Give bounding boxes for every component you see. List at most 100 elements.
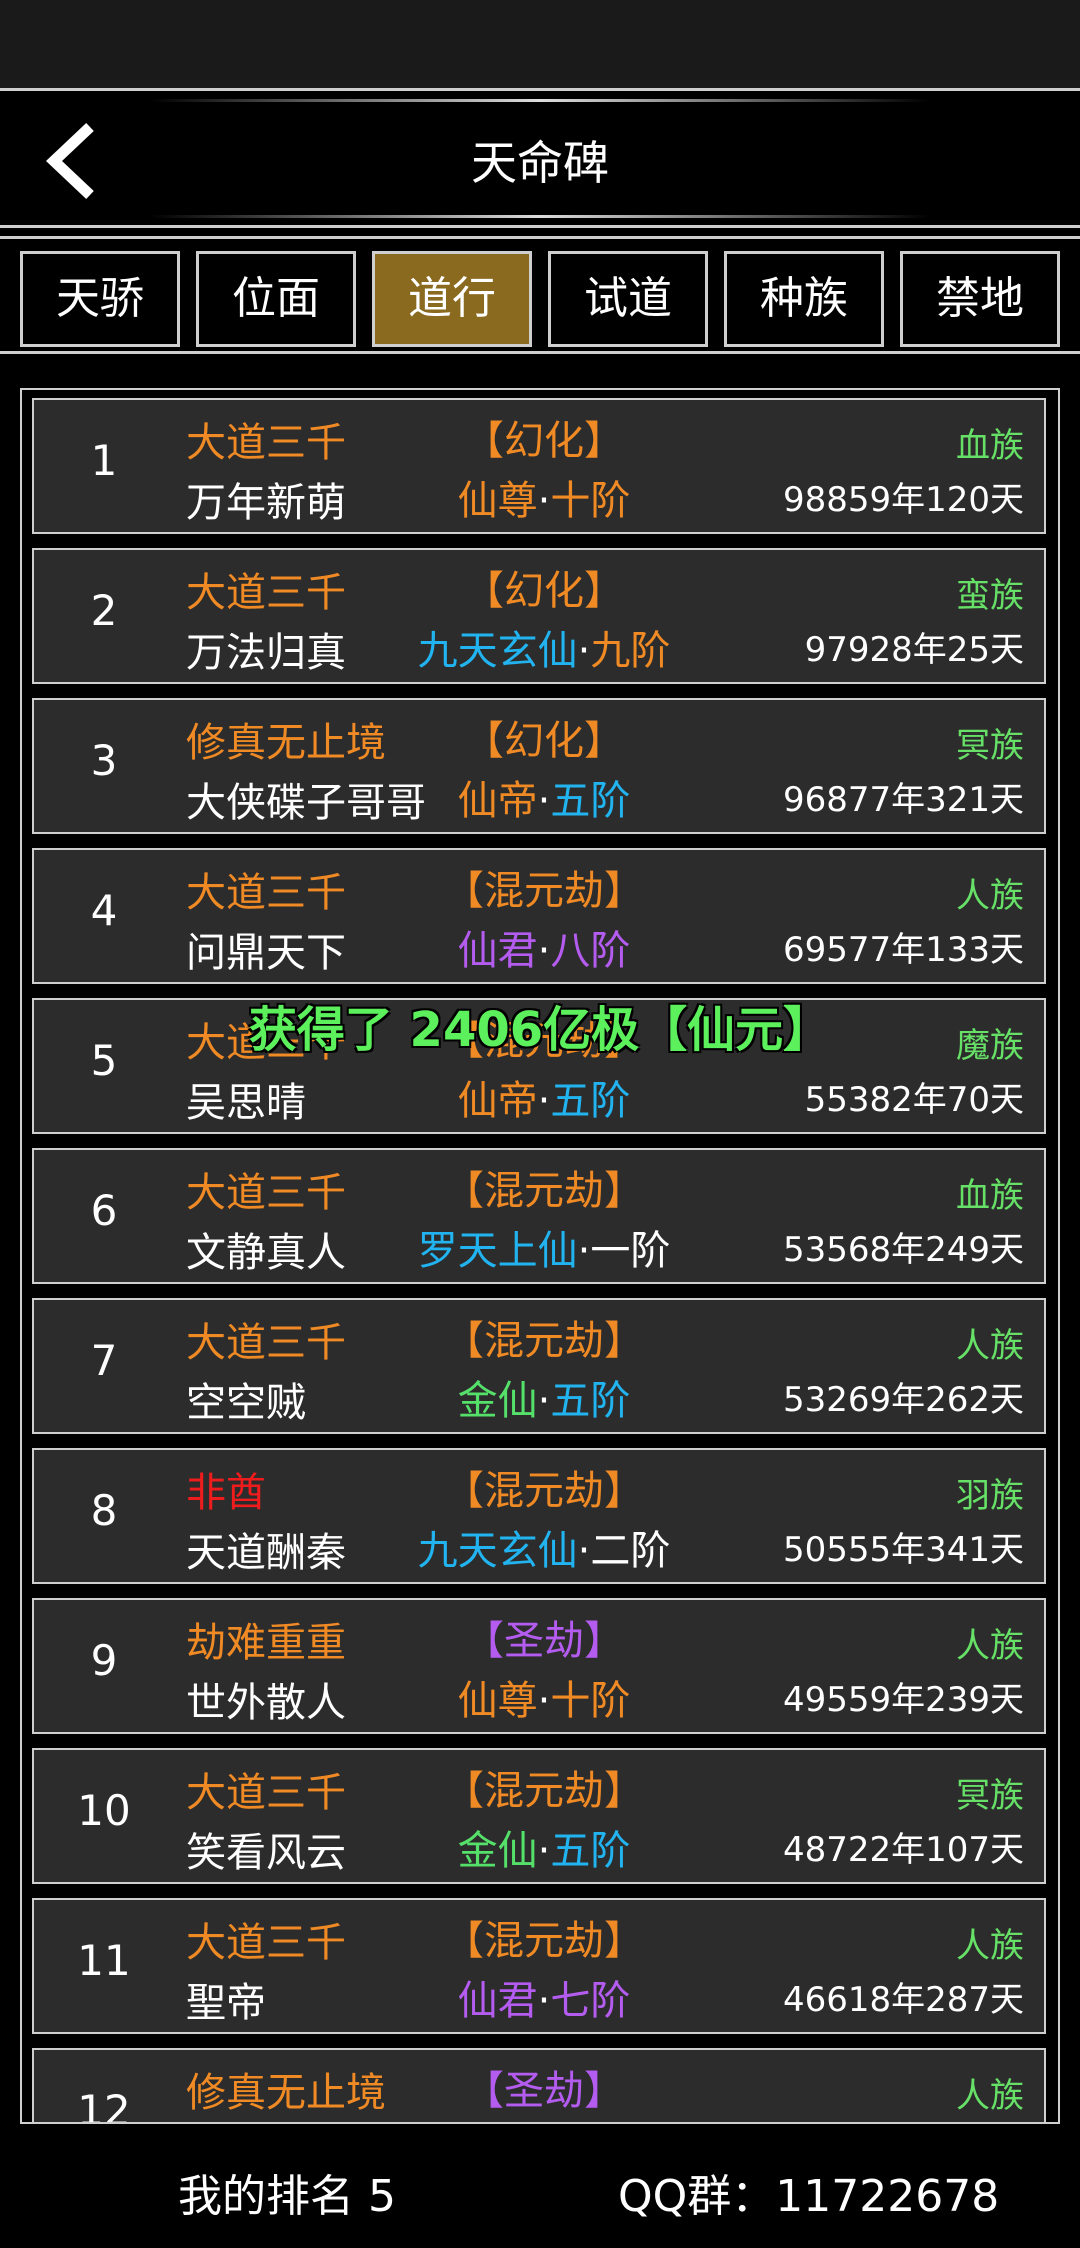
tab-bar: 天骄 位面 道行 试道 种族 禁地	[0, 236, 1080, 354]
realm-stage: 七阶	[550, 1978, 631, 2024]
sect-name: 大道三千	[186, 870, 346, 916]
realm-name: 罗天上仙	[417, 1228, 578, 1274]
tab-weimian[interactable]: 位面	[196, 251, 356, 347]
realm-separator: ·	[577, 1528, 591, 1574]
player-name: 天道酬秦	[186, 1530, 346, 1576]
cultivation-realm: 仙君·七阶	[334, 1968, 754, 2026]
race-label: 人族	[956, 1626, 1024, 1666]
realm-stage: 九阶	[590, 628, 671, 674]
realm-separator: ·	[577, 1228, 591, 1274]
realm-stage: 五阶	[550, 1378, 631, 1424]
realm-name: 仙君	[457, 1978, 538, 2024]
rank-number: 9	[90, 1636, 118, 1685]
realm-separator: ·	[577, 628, 591, 674]
tab-shidao[interactable]: 试道	[548, 251, 708, 347]
table-row[interactable]: 3 修真无止境 大侠碟子哥哥 【幻化】 仙帝·五阶 冥族 96877年321天	[32, 698, 1046, 834]
table-row[interactable]: 7 大道三千 空空贼 【混元劫】 金仙·五阶 人族 53269年262天	[32, 1298, 1046, 1434]
table-row[interactable]: 6 大道三千文静真人 【混元劫】罗天上仙·一阶 血族 53568年249天	[32, 1148, 1046, 1284]
table-row[interactable]: 2 大道三千万法归真 【幻化】九天玄仙·九阶 蛮族 97928年25天	[32, 548, 1046, 684]
cultivation-age: 49559年239天	[782, 1680, 1024, 1720]
tribulation-label: 【幻化】	[464, 568, 624, 614]
cultivation-realm: 仙君·八阶	[334, 918, 754, 976]
rank-number: 2	[90, 586, 118, 635]
cultivation-age: 96877年321天	[782, 780, 1024, 820]
my-rank: 我的排名 5	[178, 2171, 396, 2222]
table-row[interactable]: 8 非酋 天道酬秦 【混元劫】 九天玄仙·二阶 羽族 50555年341天	[32, 1448, 1046, 1584]
sect-name: 修真无止境	[186, 720, 386, 766]
tab-jindi[interactable]: 禁地	[900, 251, 1060, 347]
ranking-list[interactable]: 1 大道三千 万年新萌 【幻化】 仙尊·十阶 血族 98859年120天 2 大道三千 万法归真【…	[20, 388, 1060, 2124]
realm-name: 金仙	[457, 1828, 538, 1874]
rank-number: 10	[77, 1786, 131, 1835]
cultivation-age: 55382年70天	[804, 1080, 1024, 1120]
tribulation-label: 【幻化】	[464, 718, 624, 764]
sect-name: 大道三千	[186, 1170, 346, 1216]
race-label: 人族	[956, 1326, 1024, 1366]
player-name: 万法归真	[186, 630, 346, 676]
realm-stage: 五阶	[550, 778, 631, 824]
table-row[interactable]: 9 劫难重重 世外散人 【圣劫】 仙尊·十阶 人族 49559年239天	[32, 1598, 1046, 1734]
realm-separator: ·	[537, 1828, 551, 1874]
sect-name: 大道三千	[186, 1920, 346, 1966]
footer-bar: 我的排名 5 QQ群：11722678	[0, 2128, 1080, 2248]
tab-zhongzu[interactable]: 种族	[724, 251, 884, 347]
realm-separator: ·	[537, 928, 551, 974]
player-name: 吴思晴	[186, 1080, 306, 1126]
sect-name: 劫难重重	[186, 1620, 346, 1666]
player-name: 万年新萌	[186, 480, 346, 526]
table-row[interactable]: 10 大道三千 笑看风云 【混元劫】 金仙·五阶 冥族 48722年107天	[32, 1748, 1046, 1884]
player-name: 问鼎天下	[186, 930, 346, 976]
realm-stage: 一阶	[590, 1228, 671, 1274]
sect-name: 非酋	[186, 1470, 266, 1516]
realm-name: 金仙	[457, 1378, 538, 1424]
header-bottom-ornament	[150, 215, 930, 218]
race-label: 蛮族	[956, 576, 1024, 616]
race-label: 人族	[956, 2076, 1024, 2116]
cultivation-age: 53568年249天	[782, 1230, 1024, 1270]
race-label: 血族	[956, 1176, 1024, 1216]
player-name: 笑看风云	[186, 1830, 346, 1876]
sect-name: 大道三千	[186, 570, 346, 616]
tribulation-label: 【混元劫】	[444, 1468, 644, 1514]
table-row[interactable]: 12 修真无止境 【圣劫】 人族	[32, 2048, 1046, 2122]
tribulation-label: 【混元劫】	[444, 1318, 644, 1364]
realm-separator: ·	[537, 1078, 551, 1124]
table-row[interactable]: 1 大道三千 万年新萌 【幻化】 仙尊·十阶 血族 98859年120天	[32, 398, 1046, 534]
rank-number: 6	[90, 1186, 118, 1235]
cultivation-age: 53269年262天	[782, 1380, 1024, 1420]
tribulation-label: 【圣劫】	[464, 1618, 624, 1664]
realm-separator: ·	[537, 1378, 551, 1424]
tribulation-label: 【混元劫】	[444, 1168, 644, 1214]
race-label: 人族	[956, 876, 1024, 916]
page-title: 天命碑	[471, 136, 609, 190]
race-label: 冥族	[956, 1776, 1024, 1816]
header-top-ornament	[150, 99, 930, 102]
cultivation-age: 48722年107天	[782, 1830, 1024, 1870]
player-name: 文静真人	[186, 1230, 346, 1276]
cultivation-age: 97928年25天	[804, 630, 1024, 670]
qq-group: QQ群：11722678	[618, 2171, 1000, 2222]
table-row[interactable]: 4 大道三千 问鼎天下 【混元劫】 仙君·八阶 人族 69577年133天	[32, 848, 1046, 984]
tab-daoxing[interactable]: 道行	[372, 251, 532, 347]
realm-stage: 五阶	[550, 1078, 631, 1124]
sect-name: 大道三千	[186, 1320, 346, 1366]
tab-tianjiao[interactable]: 天骄	[20, 251, 180, 347]
realm-stage: 十阶	[550, 1678, 631, 1724]
tribulation-label: 【混元劫】	[444, 868, 644, 914]
realm-name: 仙帝	[457, 1078, 538, 1124]
cultivation-realm: 金仙·五阶	[334, 1818, 754, 1876]
reward-toast: 获得了 2406亿极【仙元】	[248, 1002, 832, 1058]
realm-name: 仙尊	[457, 1678, 538, 1724]
cultivation-age: 50555年341天	[782, 1530, 1024, 1570]
tribulation-label: 【混元劫】	[444, 1918, 644, 1964]
player-name: 聖帝	[186, 1980, 266, 2026]
tribulation-label: 【幻化】	[464, 418, 624, 464]
realm-name: 九天玄仙	[417, 628, 578, 674]
rank-number: 4	[90, 886, 118, 935]
cultivation-realm: 仙帝·五阶	[334, 768, 754, 826]
realm-name: 仙帝	[457, 778, 538, 824]
table-row[interactable]: 11 大道三千 聖帝 【混元劫】 仙君·七阶 人族 46618年287天	[32, 1898, 1046, 2034]
realm-stage: 十阶	[550, 478, 631, 524]
cultivation-realm: 仙尊·十阶	[334, 468, 754, 526]
cultivation-realm: 九天玄仙·二阶	[334, 1518, 754, 1576]
